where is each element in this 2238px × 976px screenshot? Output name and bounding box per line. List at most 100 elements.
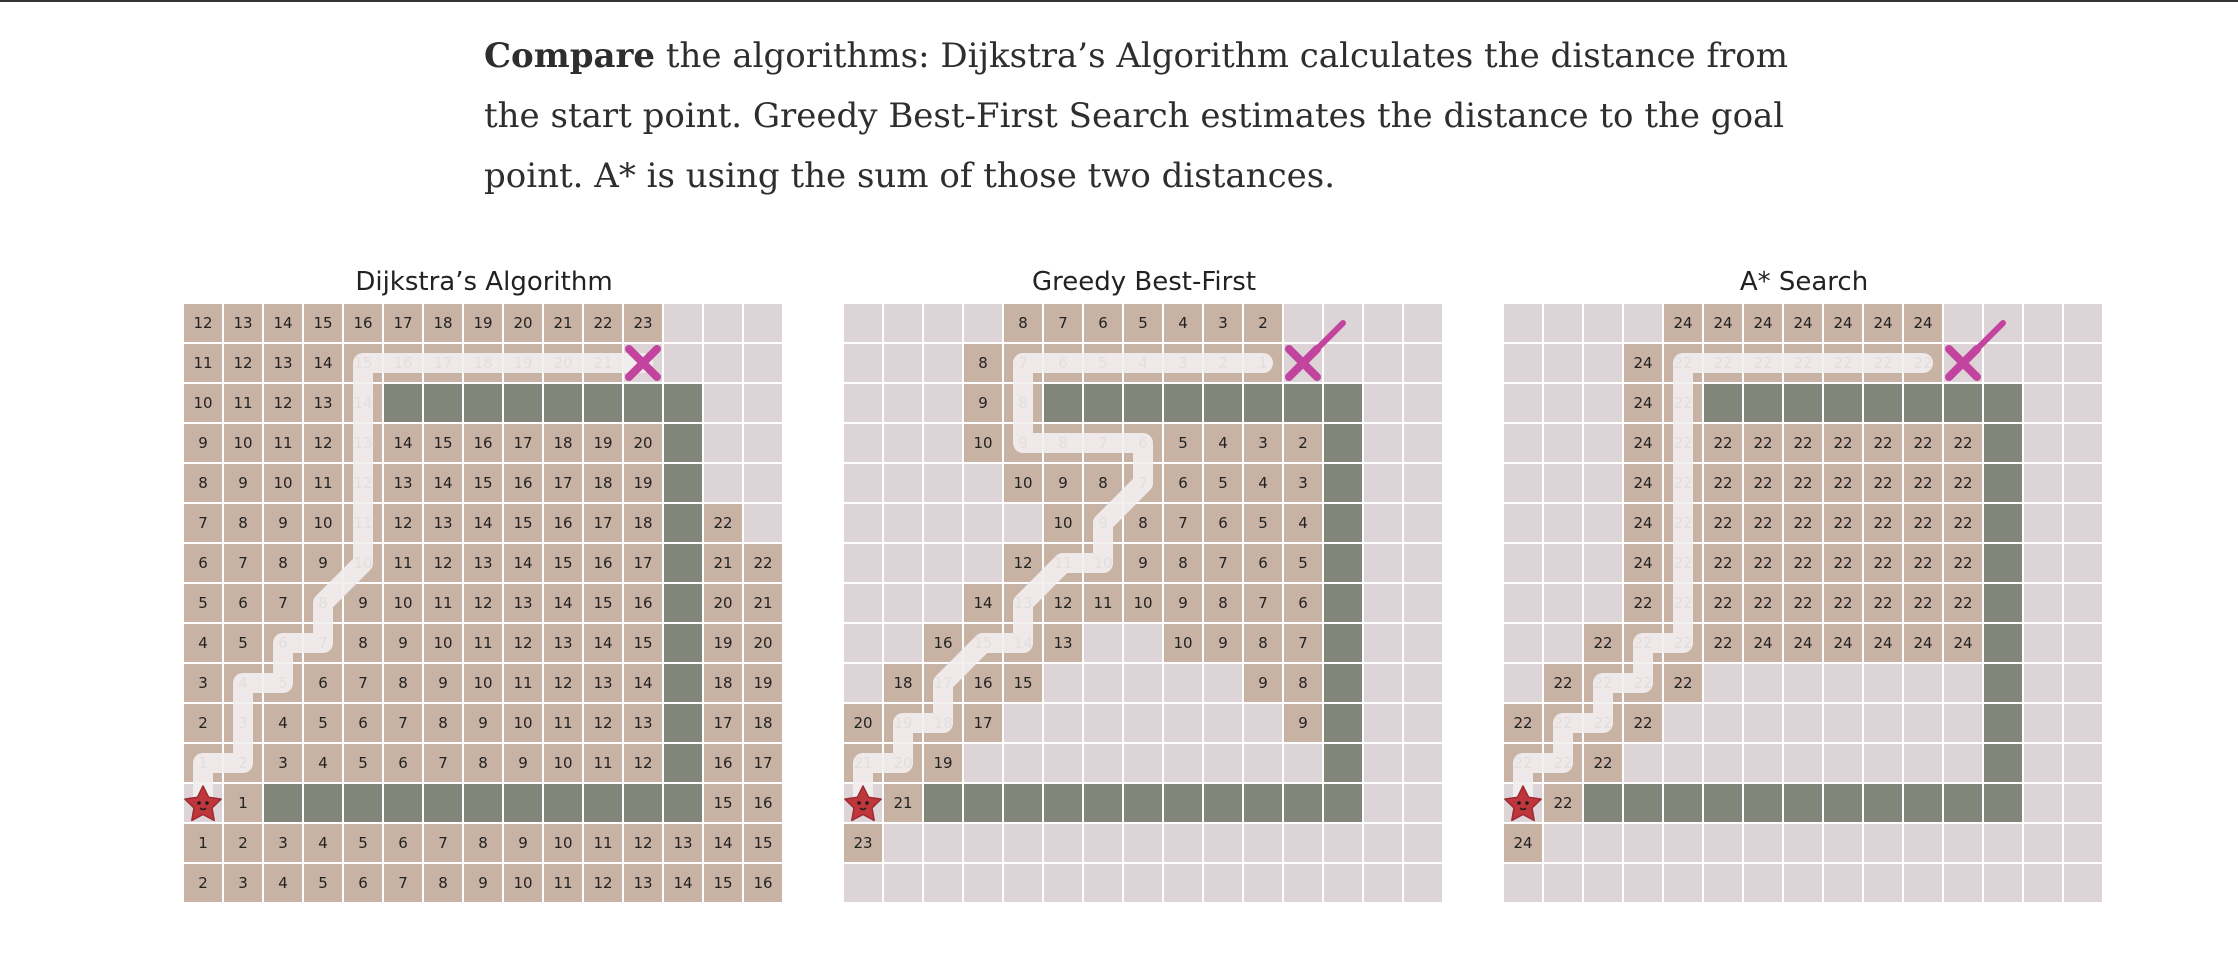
empty-cell bbox=[1364, 384, 1404, 424]
empty-cell bbox=[1544, 344, 1584, 384]
wall-cell bbox=[1204, 384, 1244, 424]
empty-cell bbox=[1404, 304, 1444, 344]
wall-cell bbox=[664, 504, 704, 544]
distance-cell: 15 bbox=[704, 864, 744, 904]
distance-cell: 24 bbox=[1784, 624, 1824, 664]
distance-cell: 14 bbox=[704, 824, 744, 864]
distance-cell: 13 bbox=[664, 824, 704, 864]
distance-cell: 7 bbox=[384, 704, 424, 744]
distance-cell: 22 bbox=[1664, 504, 1704, 544]
grid-greedy[interactable]: 8 7 6 5 4 3 2 8 7 6 5 4 3 2 1 9 8 10 9 8 7 6 5 4 3 2 10 9 8 7 6 5 4 3 10 9 8… bbox=[844, 304, 1444, 904]
wall-cell bbox=[664, 384, 704, 424]
empty-cell bbox=[1944, 864, 1984, 904]
distance-cell: 16 bbox=[924, 624, 964, 664]
distance-cell: 22 bbox=[1784, 504, 1824, 544]
distance-cell: 22 bbox=[1584, 744, 1624, 784]
distance-cell: 14 bbox=[1004, 624, 1044, 664]
intro-paragraph: Compare the algorithms: Dijkstra’s Algor… bbox=[484, 26, 1824, 206]
wall-cell bbox=[1324, 624, 1364, 664]
empty-cell bbox=[2024, 464, 2064, 504]
empty-cell bbox=[884, 544, 924, 584]
distance-cell: 10 bbox=[344, 544, 384, 584]
distance-cell: 17 bbox=[924, 664, 964, 704]
distance-cell: 13 bbox=[224, 304, 264, 344]
distance-cell: 16 bbox=[384, 344, 424, 384]
empty-cell bbox=[1984, 824, 2024, 864]
distance-cell: 13 bbox=[504, 584, 544, 624]
distance-cell: 12 bbox=[584, 864, 624, 904]
distance-cell: 17 bbox=[744, 744, 784, 784]
empty-cell bbox=[1504, 504, 1544, 544]
distance-cell: 23 bbox=[624, 304, 664, 344]
empty-cell bbox=[1364, 864, 1404, 904]
wall-cell bbox=[664, 424, 704, 464]
distance-cell: 3 bbox=[1164, 344, 1204, 384]
distance-cell: 22 bbox=[1624, 664, 1664, 704]
distance-cell: 6 bbox=[1084, 304, 1124, 344]
empty-cell bbox=[844, 504, 884, 544]
empty-cell bbox=[1824, 704, 1864, 744]
distance-cell: 22 bbox=[1904, 464, 1944, 504]
distance-cell: 22 bbox=[1704, 504, 1744, 544]
empty-cell bbox=[964, 544, 1004, 584]
panel-title: Dijkstra’s Algorithm bbox=[355, 267, 613, 297]
distance-cell: 11 bbox=[504, 664, 544, 704]
distance-cell: 23 bbox=[844, 824, 884, 864]
empty-cell bbox=[1904, 744, 1944, 784]
empty-cell bbox=[1404, 824, 1444, 864]
distance-cell: 17 bbox=[624, 544, 664, 584]
empty-cell bbox=[1404, 424, 1444, 464]
distance-cell: 9 bbox=[1124, 544, 1164, 584]
distance-cell: 5 bbox=[184, 584, 224, 624]
empty-cell bbox=[2064, 304, 2104, 344]
wall-cell bbox=[1324, 544, 1364, 584]
distance-cell: 10 bbox=[1164, 624, 1204, 664]
distance-cell: 13 bbox=[584, 664, 624, 704]
distance-cell: 24 bbox=[1904, 304, 1944, 344]
distance-cell: 10 bbox=[1124, 584, 1164, 624]
distance-cell: 14 bbox=[304, 344, 344, 384]
empty-cell bbox=[1864, 864, 1904, 904]
empty-cell bbox=[1944, 304, 1984, 344]
distance-cell: 22 bbox=[1784, 544, 1824, 584]
empty-cell bbox=[1544, 384, 1584, 424]
distance-cell: 12 bbox=[224, 344, 264, 384]
distance-cell: 15 bbox=[1004, 664, 1044, 704]
distance-cell: 8 bbox=[1004, 384, 1044, 424]
intro-text: the algorithms: Dijkstra’s Algorithm cal… bbox=[484, 36, 1788, 196]
distance-cell: 11 bbox=[584, 824, 624, 864]
empty-cell bbox=[1124, 824, 1164, 864]
distance-cell: 19 bbox=[704, 624, 744, 664]
empty-cell bbox=[1984, 864, 2024, 904]
empty-cell bbox=[1584, 504, 1624, 544]
distance-cell: 12 bbox=[1044, 584, 1084, 624]
empty-cell bbox=[1124, 744, 1164, 784]
distance-cell: 7 bbox=[184, 504, 224, 544]
empty-cell bbox=[1664, 864, 1704, 904]
distance-cell: 1 bbox=[224, 784, 264, 824]
grid-astar[interactable]: 24 24 24 24 24 24 24 24 22 22 22 22 22 22 22 24 22 24 22 22… bbox=[1504, 304, 2104, 904]
distance-cell: 7 bbox=[344, 664, 384, 704]
distance-cell: 22 bbox=[1824, 424, 1864, 464]
distance-cell: 13 bbox=[1004, 584, 1044, 624]
distance-cell: 19 bbox=[464, 304, 504, 344]
empty-cell bbox=[2064, 584, 2104, 624]
empty-cell bbox=[1364, 664, 1404, 704]
distance-cell: 17 bbox=[704, 704, 744, 744]
empty-cell bbox=[1704, 664, 1744, 704]
wall-cell bbox=[1984, 784, 2024, 824]
distance-cell: 22 bbox=[1704, 624, 1744, 664]
empty-cell bbox=[844, 664, 884, 704]
distance-cell: 13 bbox=[624, 704, 664, 744]
distance-cell: 3 bbox=[224, 864, 264, 904]
distance-cell: 16 bbox=[344, 304, 384, 344]
grid-dijkstra[interactable]: 12 13 14 15 16 17 18 19 20 21 22 23 11 12 13 14 15 16 17 18… bbox=[184, 304, 784, 904]
empty-cell bbox=[1364, 584, 1404, 624]
distance-cell: 22 bbox=[1944, 464, 1984, 504]
distance-cell: 22 bbox=[1864, 464, 1904, 504]
wall-cell bbox=[1324, 704, 1364, 744]
distance-cell: 18 bbox=[924, 704, 964, 744]
distance-cell: 20 bbox=[624, 424, 664, 464]
distance-cell: 21 bbox=[744, 584, 784, 624]
empty-cell bbox=[2064, 664, 2104, 704]
